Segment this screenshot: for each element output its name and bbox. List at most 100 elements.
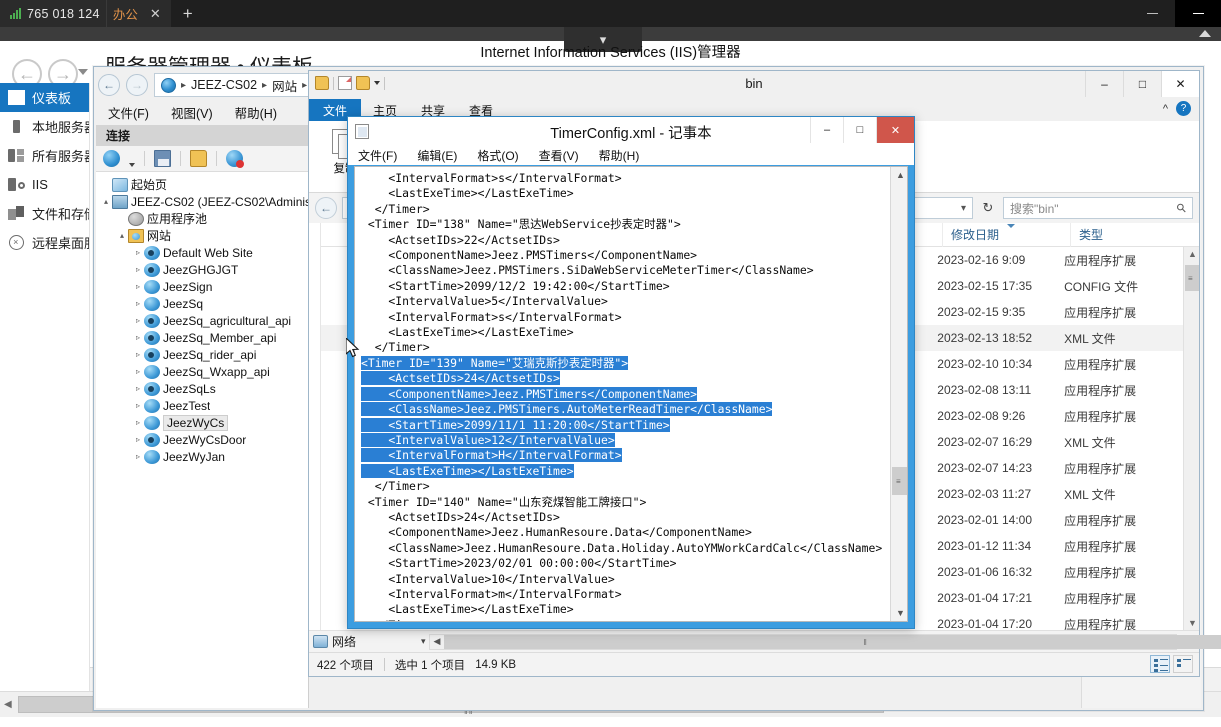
tree-item[interactable]: ▹ JeezWyCs [96, 414, 308, 431]
save-icon[interactable] [154, 150, 171, 167]
tree-expander-icon[interactable]: ▹ [132, 282, 144, 291]
file-storage-icon [8, 206, 25, 221]
close-button[interactable] [1175, 0, 1221, 27]
tree-expander-icon[interactable]: ▹ [132, 316, 144, 325]
tree-expander-icon[interactable]: ▹ [132, 418, 144, 427]
menu-help[interactable]: 帮助(H) [235, 103, 277, 122]
refresh-icon[interactable]: ↻ [978, 197, 998, 219]
scroll-down-icon[interactable]: ▼ [896, 608, 905, 618]
explorer-horizontal-scrollbar[interactable]: ◀ ‖ [428, 633, 1221, 650]
tree-item[interactable]: ▹ JeezSq [96, 295, 308, 312]
chevron-down-icon[interactable]: ▾ [961, 203, 966, 214]
back-arrow-icon[interactable]: ← [98, 74, 120, 96]
disconnect-icon[interactable] [226, 150, 244, 168]
connect-globe-icon[interactable] [103, 150, 120, 167]
notepad-vertical-scrollbar[interactable]: ▲ ≡ ▼ [890, 167, 907, 621]
open-folder-icon[interactable] [190, 150, 207, 167]
tree-item-label: JeezWyCs [163, 414, 229, 431]
breadcrumb-sites[interactable]: 网站 [272, 76, 297, 95]
tree-expander-icon[interactable]: ▹ [132, 401, 144, 410]
chevron-down-icon[interactable] [78, 69, 88, 75]
tree-item[interactable]: ▹ JeezSq_rider_api [96, 346, 308, 363]
minimize-button[interactable]: – [810, 117, 843, 143]
breadcrumb-separator: ▸ [262, 79, 268, 91]
tab-label: 办公 [112, 8, 138, 22]
menu-edit[interactable]: 编辑(E) [417, 147, 457, 164]
tree-item[interactable]: ▹ JeezSign [96, 278, 308, 295]
tree-expander-icon[interactable]: ▹ [132, 333, 144, 342]
chevron-down-icon[interactable] [129, 163, 135, 167]
sort-ascending-icon [1006, 223, 1015, 228]
show-hidden-icons-icon[interactable] [1199, 30, 1211, 37]
scroll-up-icon[interactable]: ▲ [1188, 249, 1197, 259]
minimize-button[interactable]: – [1085, 71, 1123, 97]
scroll-left-icon[interactable]: ◀ [430, 636, 445, 647]
close-icon[interactable]: ✕ [150, 6, 161, 22]
scrollbar-thumb[interactable]: ‖ [443, 634, 1221, 649]
help-icon[interactable]: ? [1176, 101, 1191, 116]
tree-expander-icon[interactable]: ▹ [132, 384, 144, 393]
close-button[interactable]: ✕ [876, 117, 914, 143]
tree-expander-icon[interactable]: ▹ [132, 299, 144, 308]
menu-help[interactable]: 帮助(H) [599, 147, 640, 164]
column-header-date[interactable]: 修改日期 [943, 222, 1071, 247]
sidebar-item-remote-desktop[interactable]: × 远程桌面服务 [0, 228, 89, 257]
tree-item[interactable]: ▹ JeezSq_Member_api [96, 329, 308, 346]
viewer-pulldown-handle[interactable]: ▾ [564, 27, 642, 52]
tree-expander-icon[interactable]: ▹ [132, 350, 144, 359]
menu-view[interactable]: 查看(V) [539, 147, 579, 164]
tree-expander-icon[interactable]: ▴ [116, 231, 128, 240]
sidebar-item-all-servers[interactable]: 所有服务器 [0, 141, 89, 170]
menu-file[interactable]: 文件(F) [108, 103, 149, 122]
tree-item[interactable]: ▹ Default Web Site [96, 244, 308, 261]
close-button[interactable]: ✕ [1161, 71, 1199, 97]
tree-item[interactable]: 起始页 [96, 176, 308, 193]
tree-item[interactable]: ▹ JeezSq_Wxapp_api [96, 363, 308, 380]
details-view-icon[interactable] [1150, 655, 1170, 673]
scrollbar-thumb[interactable]: ≡ [892, 467, 907, 495]
large-icons-view-icon[interactable] [1173, 655, 1193, 673]
tree-item[interactable]: ▹ JeezWyCsDoor [96, 431, 308, 448]
sidebar-item-local-server[interactable]: 本地服务器 [0, 112, 89, 141]
notepad-text-area[interactable]: <IntervalFormat>s</IntervalFormat> <Last… [355, 167, 890, 621]
sidebar-item-file-storage[interactable]: 文件和存储服务 [0, 199, 89, 228]
search-input[interactable]: 搜索"bin" ⚲ [1003, 197, 1193, 219]
menu-format[interactable]: 格式(O) [477, 147, 518, 164]
scroll-up-icon[interactable]: ▲ [896, 170, 905, 180]
tree-item[interactable]: 应用程序池 [96, 210, 308, 227]
sidebar-item-dashboard[interactable]: 仪表板 [0, 83, 89, 112]
chevron-up-icon[interactable]: ^ [1163, 103, 1168, 115]
breadcrumb-server[interactable]: JEEZ-CS02 [191, 78, 257, 92]
tree-item-label: JeezSign [163, 279, 213, 294]
tree-expander-icon[interactable]: ▹ [132, 435, 144, 444]
tree-expander-icon[interactable]: ▹ [132, 452, 144, 461]
maximize-button[interactable]: □ [843, 117, 876, 143]
tree-item[interactable]: ▴ 网站 [96, 227, 308, 244]
tree-item[interactable]: ▹ JeezWyJan [96, 448, 308, 465]
back-arrow-icon[interactable]: ← [315, 197, 337, 219]
new-tab-button[interactable]: + [171, 0, 205, 27]
forward-arrow-icon[interactable]: → [126, 74, 148, 96]
tree-item[interactable]: ▹ JeezTest [96, 397, 308, 414]
tree-item[interactable]: ▴ JEEZ-CS02 (JEEZ-CS02\Administrator) [96, 193, 308, 210]
explorer-vertical-scrollbar[interactable]: ▲ ≡ ▼ [1183, 247, 1199, 630]
scrollbar-thumb[interactable]: ≡ [1185, 265, 1199, 291]
maximize-button[interactable]: □ [1123, 71, 1161, 97]
scroll-left-icon[interactable]: ◀ [4, 699, 12, 710]
scroll-down-icon[interactable]: ▼ [1188, 618, 1197, 628]
tree-item[interactable]: ▹ JeezSq_agricultural_api [96, 312, 308, 329]
menu-view[interactable]: 视图(V) [171, 103, 213, 122]
tree-expander-icon[interactable]: ▹ [132, 367, 144, 376]
tree-expander-icon[interactable]: ▴ [100, 197, 112, 206]
tree-expander-icon[interactable]: ▹ [132, 265, 144, 274]
menu-file[interactable]: 文件(F) [358, 147, 397, 164]
tree-expander-icon[interactable]: ▹ [132, 248, 144, 257]
minimize-button[interactable] [1129, 0, 1175, 27]
tree-item[interactable]: ▹ JeezSqLs [96, 380, 308, 397]
column-header-type[interactable]: 类型 [1071, 223, 1191, 247]
browser-tab[interactable]: 765 018 124 办公 ✕ [0, 0, 171, 27]
sidebar-item-iis[interactable]: IIS [0, 170, 89, 199]
chevron-down-icon[interactable]: ▾ [421, 636, 426, 647]
cell-modified-date: 2023-02-01 14:00 [937, 513, 1033, 527]
tree-item[interactable]: ▹ JeezGHGJGT [96, 261, 308, 278]
